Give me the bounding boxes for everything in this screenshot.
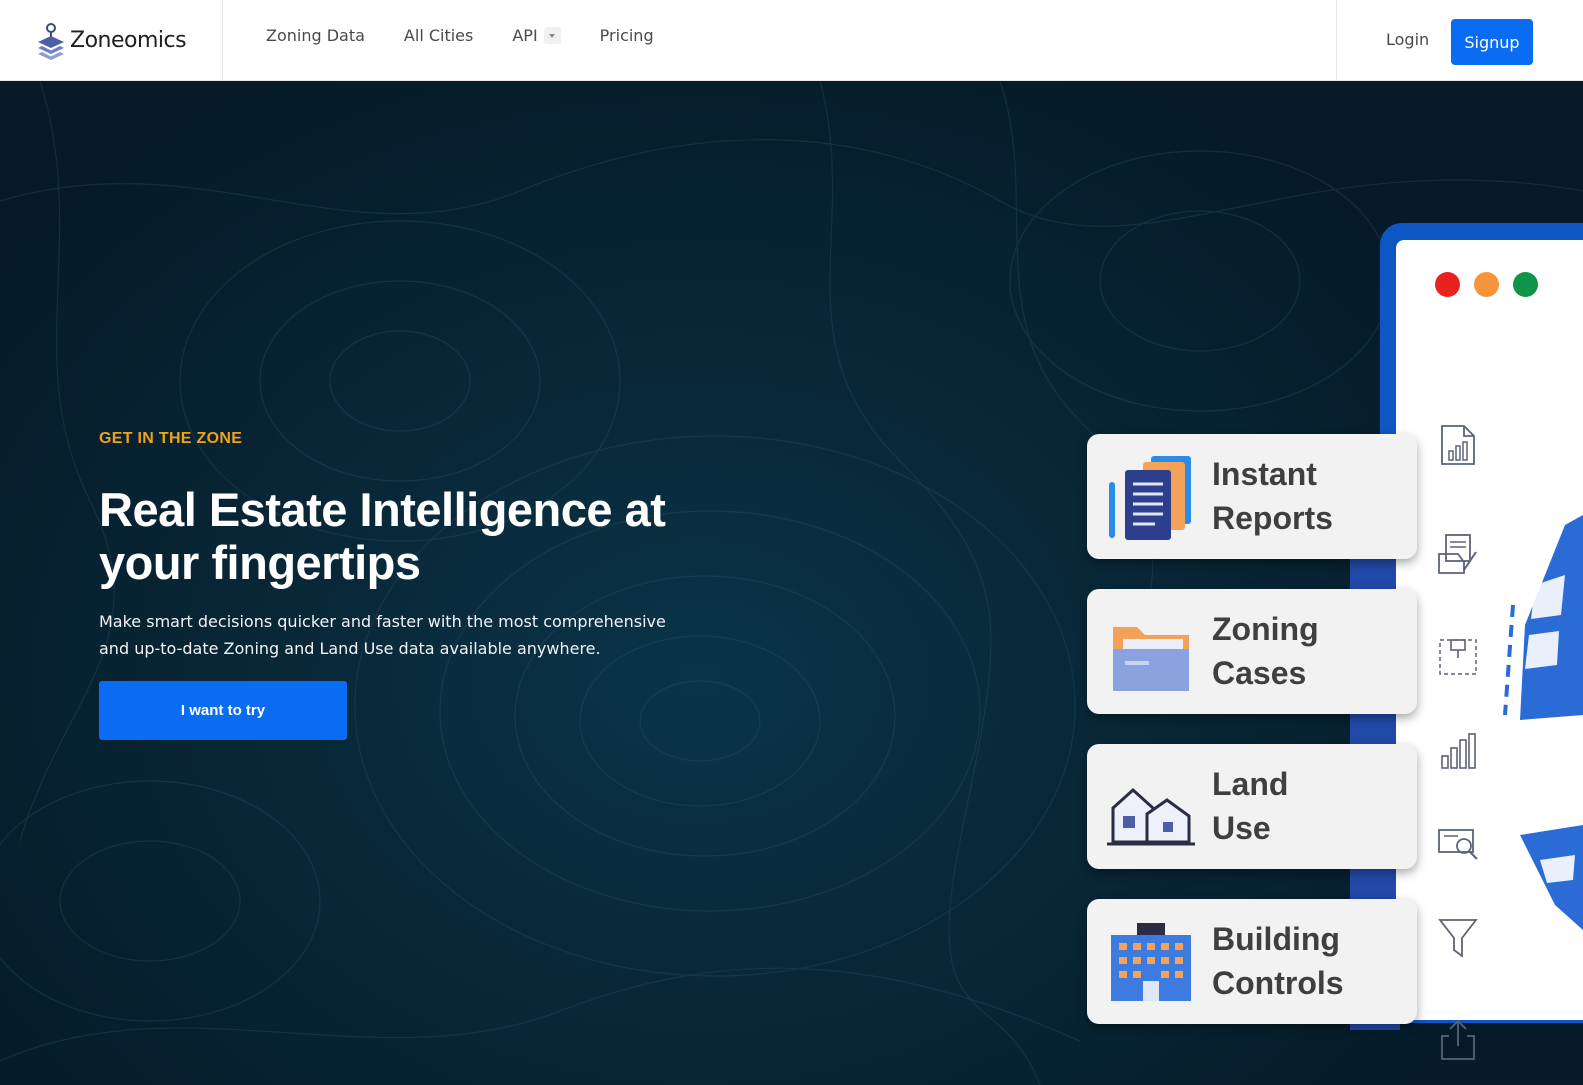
card-label-zoning-cases: Zoning Cases (1212, 611, 1319, 691)
card-building-controls[interactable]: Building Controls (1087, 899, 1417, 1024)
nav-zoning-data[interactable]: Zoning Data (266, 26, 365, 45)
signup-button[interactable]: Signup (1451, 19, 1533, 65)
header-divider (1336, 0, 1337, 81)
document-sign-icon (1438, 534, 1477, 574)
brand-logo-link[interactable]: Zoneomics (0, 0, 223, 81)
houses-icon (1107, 787, 1195, 846)
search-map-icon (1438, 829, 1478, 860)
main-nav: Zoning Data All Cities API Pricing (266, 26, 693, 45)
brand-name: Zoneomics (70, 28, 187, 53)
card-label-building-controls: Building Controls (1212, 921, 1344, 1001)
funnel-filter-icon (1438, 919, 1478, 958)
zoneomics-logo-icon (38, 22, 64, 60)
card-instant-reports[interactable]: Instant Reports (1087, 434, 1417, 559)
window-maximize-dot (1513, 272, 1538, 297)
card-zoning-cases[interactable]: Zoning Cases (1087, 589, 1417, 714)
map-pin-selection-icon (1439, 639, 1477, 675)
try-button[interactable]: I want to try (99, 681, 347, 740)
nav-pricing[interactable]: Pricing (600, 26, 654, 45)
chevron-down-icon (543, 27, 561, 44)
nav-api-label: API (512, 26, 538, 45)
card-label-instant-reports: Instant Reports (1212, 456, 1333, 536)
hero-headline: Real Estate Intelligence at your fingert… (99, 483, 666, 589)
card-land-use[interactable]: Land Use (1087, 744, 1417, 869)
nav-all-cities[interactable]: All Cities (404, 26, 473, 45)
window-close-dot (1435, 272, 1460, 297)
hero-eyebrow: GET IN THE ZONE (99, 430, 243, 447)
document-chart-icon (1441, 425, 1475, 465)
office-building-icon (1111, 923, 1191, 1001)
window-minimize-dot (1474, 272, 1499, 297)
nav-api-dropdown[interactable]: API (512, 26, 561, 45)
report-documents-icon (1109, 456, 1191, 540)
folder-icon (1113, 627, 1189, 691)
map-fragment-icon-2 (1520, 825, 1583, 930)
login-link[interactable]: Login (1386, 30, 1429, 49)
share-export-icon (1441, 1019, 1475, 1060)
card-label-land-use: Land Use (1212, 766, 1289, 846)
site-header: Zoneomics Zoning Data All Cities API Pri… (0, 0, 1583, 81)
bar-chart-icon (1441, 733, 1476, 769)
map-fragment-icon (1503, 515, 1583, 720)
hero-subtext: Make smart decisions quicker and faster … (99, 612, 666, 658)
